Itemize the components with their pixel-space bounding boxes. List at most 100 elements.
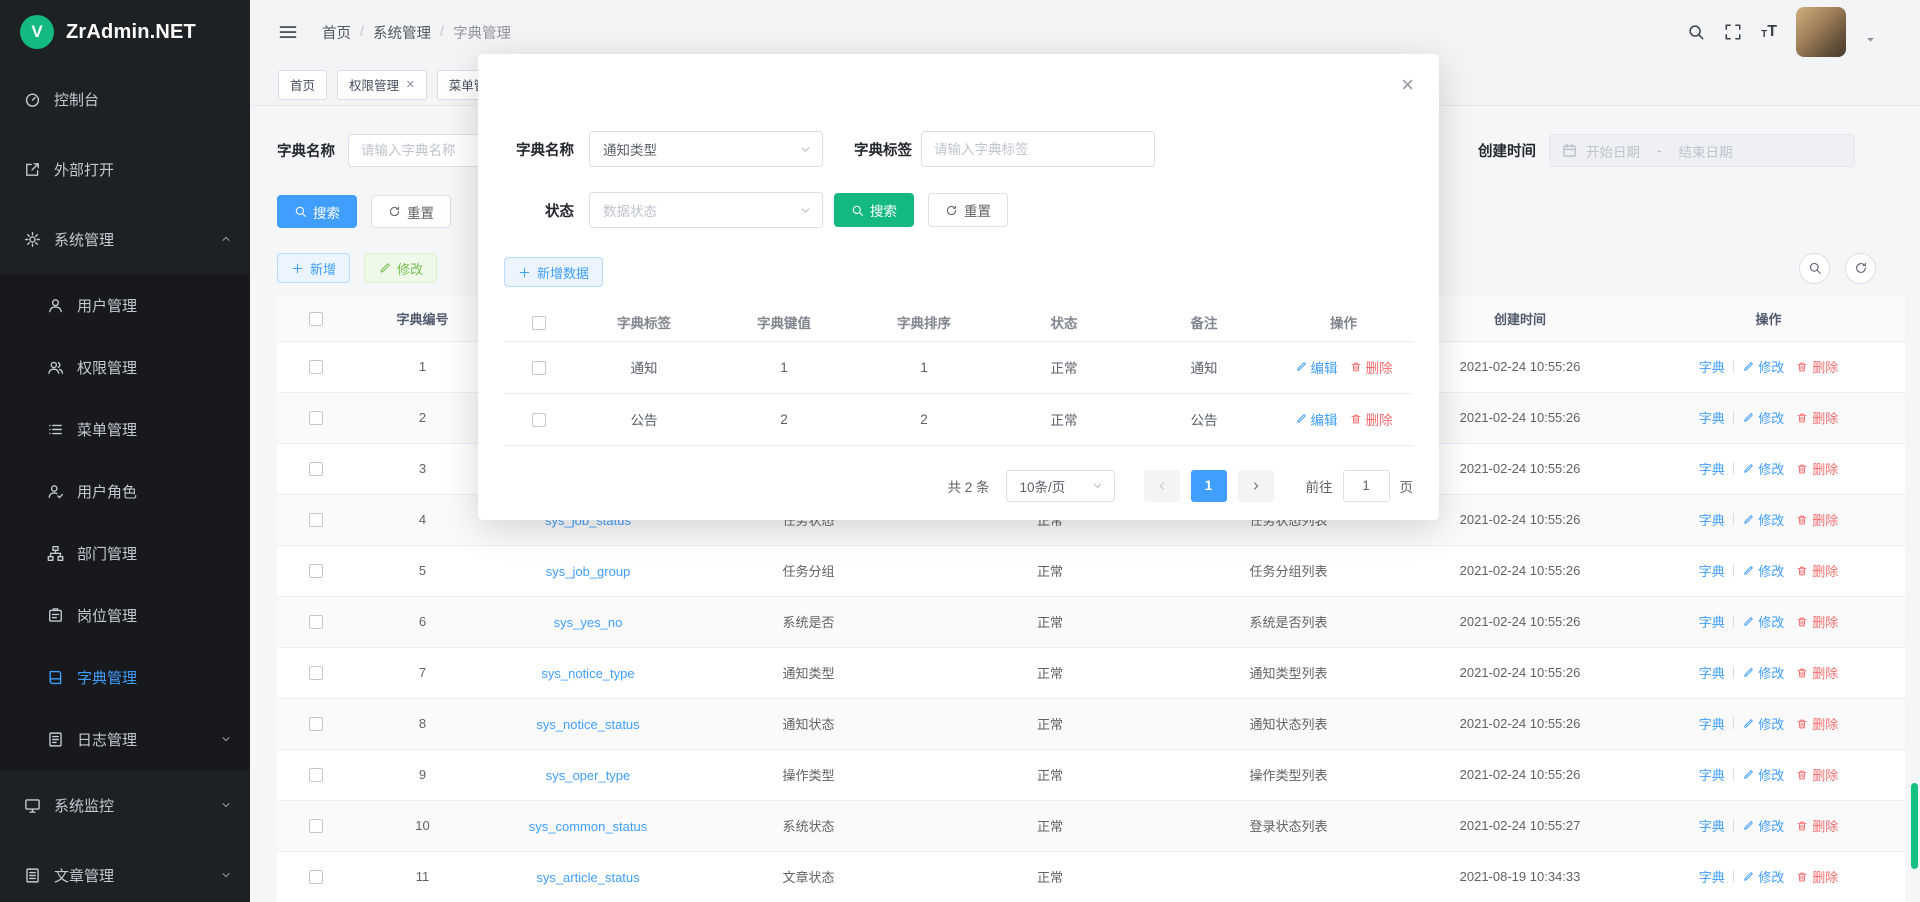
- font-size-icon[interactable]: TT: [1761, 24, 1777, 40]
- dict-data-link[interactable]: 字典: [1699, 510, 1725, 529]
- row-checkbox[interactable]: [309, 870, 323, 884]
- edit-link[interactable]: 编辑: [1295, 357, 1338, 377]
- dict-data-link[interactable]: 字典: [1699, 357, 1725, 376]
- sidebar-item-system[interactable]: 系统管理: [0, 204, 250, 274]
- edit-link[interactable]: 修改: [1742, 408, 1784, 427]
- delete-link[interactable]: 删除: [1796, 867, 1838, 886]
- edit-link[interactable]: 修改: [1742, 510, 1784, 529]
- edit-link[interactable]: 修改: [1742, 459, 1784, 478]
- dict-type-link[interactable]: sys_notice_type: [541, 666, 634, 681]
- collapse-sidebar-icon[interactable]: [278, 22, 298, 42]
- delete-link[interactable]: 删除: [1796, 459, 1838, 478]
- refresh-table-button[interactable]: [1845, 253, 1876, 284]
- row-checkbox[interactable]: [309, 513, 323, 527]
- edit-link[interactable]: 修改: [1742, 816, 1784, 835]
- sidebar-item-external[interactable]: 外部打开: [0, 134, 250, 204]
- dict-data-link[interactable]: 字典: [1699, 816, 1725, 835]
- dict-type-link[interactable]: sys_common_status: [529, 819, 648, 834]
- dict-label-input[interactable]: [921, 131, 1155, 167]
- app-logo[interactable]: V ZrAdmin.NET: [0, 0, 250, 64]
- fullscreen-icon[interactable]: [1724, 23, 1742, 41]
- edit-link[interactable]: 修改: [1742, 714, 1784, 733]
- tags-view-item[interactable]: 首页: [278, 70, 327, 100]
- row-checkbox[interactable]: [309, 411, 323, 425]
- delete-link[interactable]: 删除: [1796, 408, 1838, 427]
- goto-page-input[interactable]: [1343, 470, 1390, 502]
- sidebar-item-menu[interactable]: 菜单管理: [0, 398, 250, 460]
- row-checkbox[interactable]: [309, 717, 323, 731]
- sidebar-item-monitor[interactable]: 系统监控: [0, 770, 250, 840]
- date-range-picker[interactable]: 开始日期 - 结束日期: [1549, 134, 1855, 167]
- delete-link[interactable]: 删除: [1350, 357, 1393, 377]
- prev-page-button[interactable]: [1144, 470, 1180, 502]
- add-data-button[interactable]: 新增数据: [504, 257, 603, 287]
- delete-link[interactable]: 删除: [1796, 510, 1838, 529]
- close-icon[interactable]: ×: [406, 77, 415, 92]
- row-checkbox[interactable]: [309, 462, 323, 476]
- dict-name-select[interactable]: 通知类型: [589, 131, 823, 167]
- edit-link[interactable]: 修改: [1742, 561, 1784, 580]
- breadcrumb-item[interactable]: 系统管理: [373, 22, 431, 43]
- row-checkbox[interactable]: [309, 768, 323, 782]
- row-checkbox[interactable]: [532, 361, 546, 375]
- sidebar-item-permission[interactable]: 权限管理: [0, 336, 250, 398]
- row-checkbox[interactable]: [309, 360, 323, 374]
- avatar[interactable]: [1796, 7, 1846, 57]
- dict-data-link[interactable]: 字典: [1699, 714, 1725, 733]
- edit-link[interactable]: 修改: [1742, 612, 1784, 631]
- row-checkbox[interactable]: [309, 666, 323, 680]
- sidebar-item-log[interactable]: 日志管理: [0, 708, 250, 770]
- dict-data-link[interactable]: 字典: [1699, 867, 1725, 886]
- edit-link[interactable]: 修改: [1742, 663, 1784, 682]
- dict-data-link[interactable]: 字典: [1699, 408, 1725, 427]
- row-checkbox[interactable]: [309, 615, 323, 629]
- dict-data-link[interactable]: 字典: [1699, 612, 1725, 631]
- sidebar-item-dict[interactable]: 字典管理: [0, 646, 250, 708]
- tags-view-item[interactable]: 权限管理×: [337, 70, 427, 100]
- edit-link[interactable]: 修改: [1742, 867, 1784, 886]
- edit-link[interactable]: 编辑: [1295, 409, 1338, 429]
- search-icon[interactable]: [1687, 23, 1705, 41]
- breadcrumb-item[interactable]: 首页: [322, 22, 351, 43]
- status-select[interactable]: 数据状态: [589, 192, 823, 228]
- dict-data-link[interactable]: 字典: [1699, 561, 1725, 580]
- dict-type-link[interactable]: sys_notice_status: [536, 717, 639, 732]
- modal-search-button[interactable]: 搜索: [834, 193, 914, 227]
- sidebar-item-role[interactable]: 用户角色: [0, 460, 250, 522]
- sidebar-item-user[interactable]: 用户管理: [0, 274, 250, 336]
- edit-link[interactable]: 修改: [1742, 765, 1784, 784]
- page-size-select[interactable]: 10条/页: [1006, 470, 1115, 502]
- row-checkbox[interactable]: [309, 819, 323, 833]
- dict-type-link[interactable]: sys_article_status: [536, 870, 639, 885]
- search-button[interactable]: 搜索: [277, 195, 357, 228]
- current-page-button[interactable]: 1: [1191, 470, 1227, 502]
- next-page-button[interactable]: [1238, 470, 1274, 502]
- row-checkbox[interactable]: [309, 564, 323, 578]
- delete-link[interactable]: 删除: [1796, 357, 1838, 376]
- dict-type-link[interactable]: sys_yes_no: [554, 615, 623, 630]
- delete-link[interactable]: 删除: [1796, 816, 1838, 835]
- delete-link[interactable]: 删除: [1796, 765, 1838, 784]
- modal-reset-button[interactable]: 重置: [928, 193, 1008, 227]
- scrollbar[interactable]: [1911, 783, 1918, 869]
- sidebar-item-article[interactable]: 文章管理: [0, 840, 250, 902]
- delete-link[interactable]: 删除: [1796, 612, 1838, 631]
- add-button[interactable]: 新增: [277, 253, 350, 283]
- dict-type-link[interactable]: sys_oper_type: [546, 768, 631, 783]
- close-icon[interactable]: ×: [1401, 74, 1414, 96]
- caret-down-icon[interactable]: [1865, 34, 1876, 45]
- dict-data-link[interactable]: 字典: [1699, 765, 1725, 784]
- dict-data-link[interactable]: 字典: [1699, 663, 1725, 682]
- reset-button[interactable]: 重置: [371, 195, 451, 228]
- delete-link[interactable]: 删除: [1796, 561, 1838, 580]
- edit-button[interactable]: 修改: [364, 253, 437, 283]
- toggle-search-button[interactable]: [1799, 253, 1830, 284]
- delete-link[interactable]: 删除: [1350, 409, 1393, 429]
- sidebar-item-console[interactable]: 控制台: [0, 64, 250, 134]
- select-all-checkbox[interactable]: [532, 316, 546, 330]
- sidebar-item-dept[interactable]: 部门管理: [0, 522, 250, 584]
- dict-type-link[interactable]: sys_job_group: [546, 564, 631, 579]
- dict-data-link[interactable]: 字典: [1699, 459, 1725, 478]
- delete-link[interactable]: 删除: [1796, 663, 1838, 682]
- delete-link[interactable]: 删除: [1796, 714, 1838, 733]
